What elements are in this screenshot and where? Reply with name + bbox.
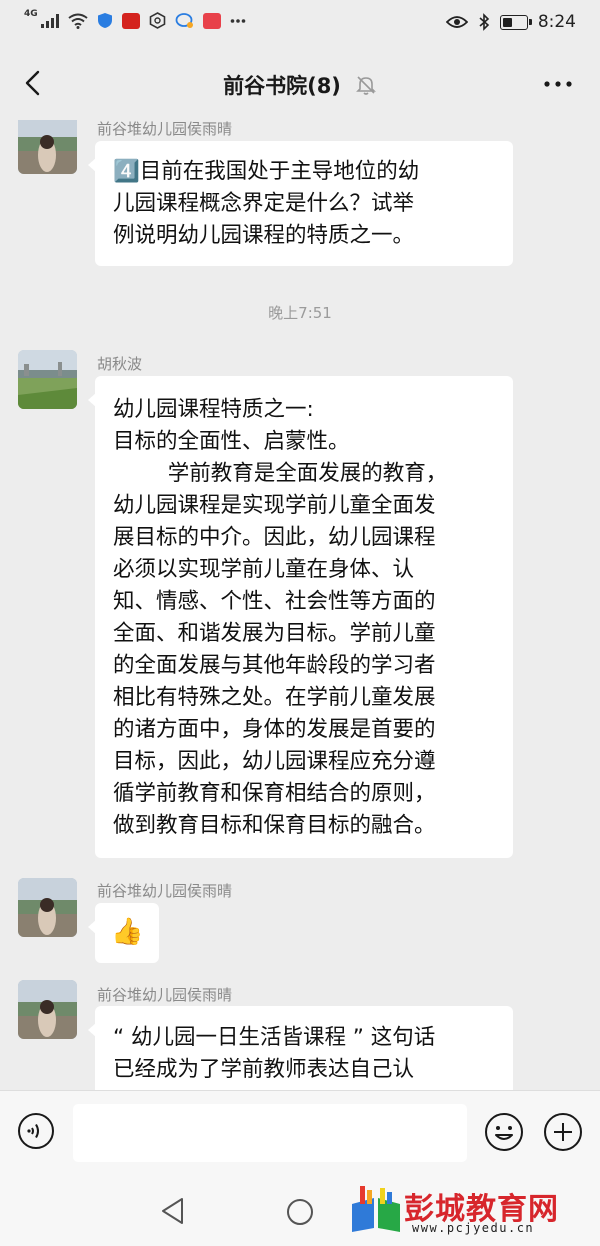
plus-icon[interactable] <box>543 1112 583 1152</box>
avatar[interactable] <box>18 980 77 1039</box>
signal-icon <box>40 13 59 28</box>
avatar[interactable] <box>18 120 77 174</box>
message-timestamp: 晚上7:51 <box>268 304 332 322</box>
watermark: 彭城教育网 www.pcjyedu.cn <box>348 1184 588 1236</box>
message-bubble[interactable]: “ 幼儿园一日生活皆课程 ” 这句话 已经成为了学前教师表达自己认 <box>88 1006 513 1090</box>
message-input[interactable] <box>73 1104 467 1162</box>
shield-app-icon <box>97 13 112 28</box>
watermark-url: www.pcjyedu.cn <box>412 1221 535 1235</box>
app-icon-red-2 <box>202 12 221 29</box>
bluetooth-icon <box>479 13 489 31</box>
wifi-icon <box>68 13 88 29</box>
chat-title[interactable]: 前谷书院(8) <box>223 70 341 100</box>
chat-app-icon <box>175 13 193 28</box>
network-type: 4G <box>24 8 38 19</box>
eye-icon <box>445 16 468 28</box>
hexagon-app-icon <box>149 12 165 29</box>
sender-name: 胡秋波 <box>97 355 143 373</box>
emoji-icon[interactable] <box>484 1112 524 1152</box>
message-text: 幼儿园课程特质之一: 目标的全面性、启蒙性。 学前教育是全面发展的教育， 幼儿园… <box>113 397 448 838</box>
clock: 8:24 <box>537 12 576 32</box>
more-dots-icon <box>230 18 245 23</box>
mute-bell-icon <box>355 76 376 95</box>
sender-name: 前谷堆幼儿园侯雨晴 <box>97 882 233 900</box>
nav-back-icon[interactable] <box>160 1196 186 1226</box>
watermark-logo <box>352 1186 400 1232</box>
message-text: “ 幼儿园一日生活皆课程 ” 这句话 已经成为了学前教师表达自己认 <box>113 1025 436 1082</box>
nav-home-icon[interactable] <box>286 1198 314 1226</box>
avatar[interactable] <box>18 878 77 937</box>
message-bubble[interactable]: 幼儿园课程特质之一: 目标的全面性、启蒙性。 学前教育是全面发展的教育， 幼儿园… <box>88 376 513 858</box>
message-list[interactable]: 前谷堆幼儿园侯雨晴 4️⃣目前在我国处于主导地位的幼 儿园课程概念界定是什么？试… <box>0 120 600 1090</box>
message-text: 4️⃣目前在我国处于主导地位的幼 儿园课程概念界定是什么？试举 例说明幼儿园课程… <box>113 159 420 248</box>
voice-icon[interactable] <box>17 1112 55 1150</box>
message-bubble[interactable]: 👍 <box>88 903 159 963</box>
sender-name: 前谷堆幼儿园侯雨晴 <box>97 986 233 1004</box>
chat-header: 前谷书院(8) <box>0 48 600 120</box>
more-options-icon[interactable] <box>542 72 574 96</box>
avatar[interactable] <box>18 350 77 409</box>
battery-icon <box>499 14 532 30</box>
sender-name: 前谷堆幼儿园侯雨晴 <box>97 120 233 138</box>
system-nav-bar: 彭城教育网 www.pcjyedu.cn <box>0 1176 600 1246</box>
message-bubble[interactable]: 4️⃣目前在我国处于主导地位的幼 儿园课程概念界定是什么？试举 例说明幼儿园课程… <box>88 141 513 266</box>
app-icon-red <box>121 12 140 29</box>
status-bar: 4G 8:24 <box>0 0 600 48</box>
input-bar <box>0 1090 600 1177</box>
thumbs-up-emoji: 👍 <box>111 917 144 947</box>
